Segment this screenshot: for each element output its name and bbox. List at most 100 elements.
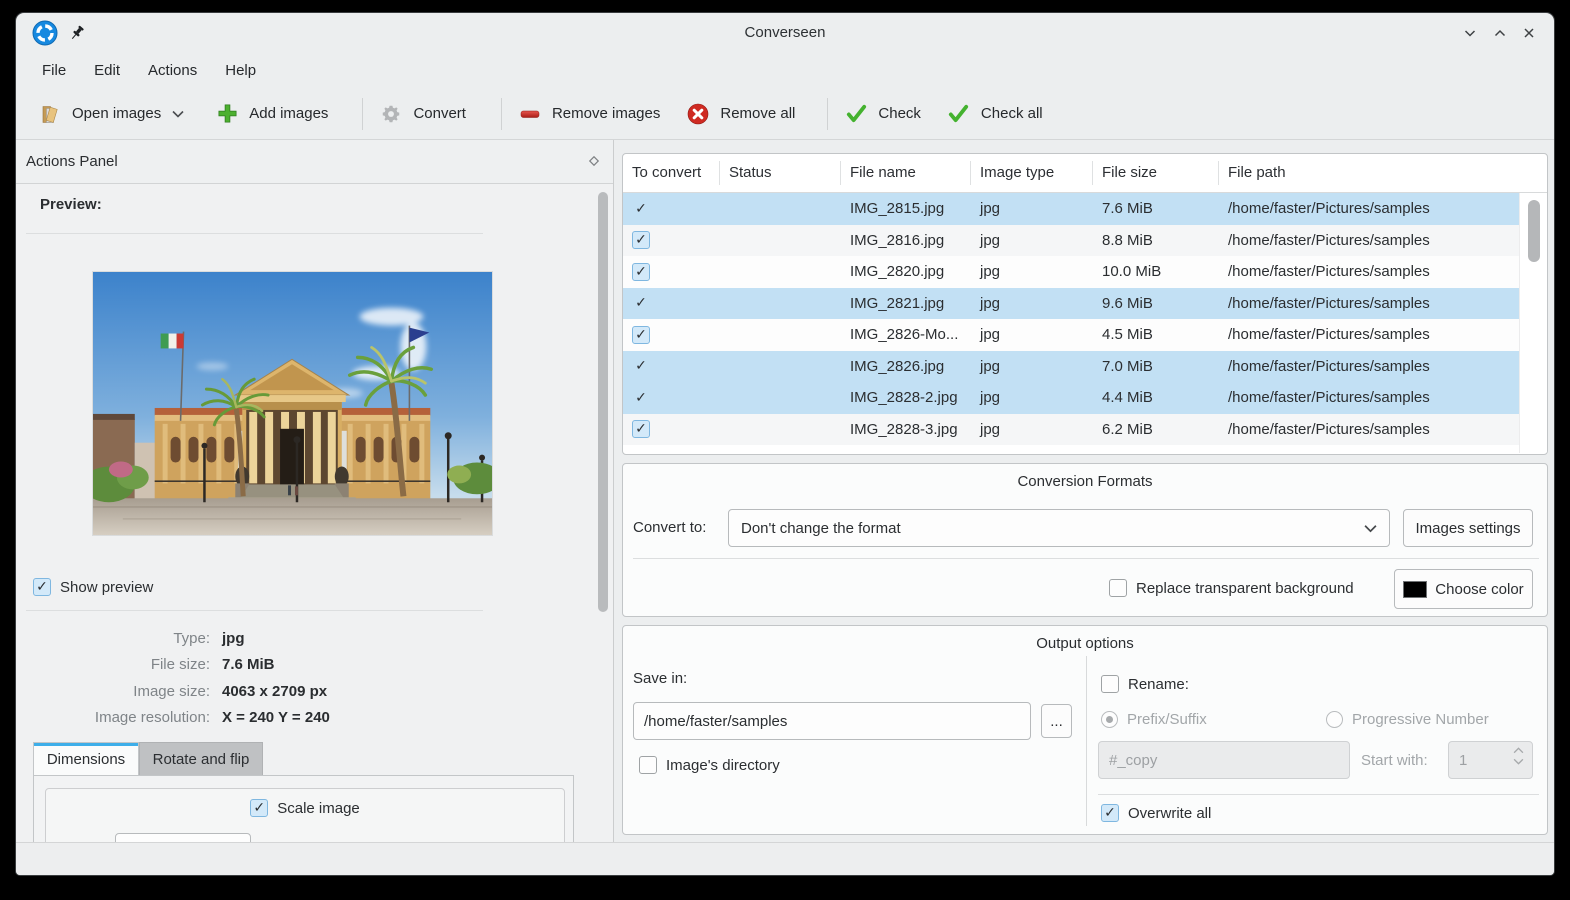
overwrite-all-row: Overwrite all (1101, 804, 1211, 822)
images-settings-button[interactable]: Images settings (1403, 509, 1533, 547)
menu-help[interactable]: Help (211, 53, 270, 88)
images-settings-label: Images settings (1415, 520, 1520, 537)
to-convert-checkbox[interactable] (632, 357, 650, 375)
panel-scrollbar[interactable] (598, 192, 608, 612)
float-diamond-icon[interactable] (587, 154, 601, 168)
close-button[interactable] (1519, 23, 1539, 43)
to-convert-checkbox[interactable] (632, 420, 650, 438)
spinner-arrows[interactable] (1513, 747, 1524, 765)
check-label: Check (878, 105, 921, 122)
to-convert-cell (623, 263, 720, 281)
table-scrollbar-track[interactable] (1519, 193, 1547, 453)
save-path-input[interactable]: /home/faster/samples (633, 702, 1031, 740)
table-row[interactable]: IMG_2826-Mo...jpg4.5 MiB/home/faster/Pic… (623, 319, 1520, 351)
table-row[interactable]: IMG_2816.jpgjpg8.8 MiB/home/faster/Pictu… (623, 225, 1520, 257)
scale-image-checkbox[interactable] (250, 799, 268, 817)
save-in-label: Save in: (633, 670, 687, 687)
images-directory-checkbox[interactable] (639, 756, 657, 774)
images-directory-label: Image's directory (666, 757, 780, 774)
choose-color-button[interactable]: Choose color (1394, 569, 1533, 609)
menu-actions[interactable]: Actions (134, 53, 211, 88)
actions-panel-title: Actions Panel (26, 140, 118, 183)
to-convert-checkbox[interactable] (632, 200, 650, 218)
menu-edit[interactable]: Edit (80, 53, 134, 88)
col-file-path[interactable]: File path (1219, 161, 1520, 185)
add-images-button[interactable]: Add images (215, 102, 328, 126)
maximize-button[interactable] (1490, 23, 1510, 43)
file-table-body: IMG_2815.jpgjpg7.6 MiB/home/faster/Pictu… (623, 193, 1547, 445)
show-preview-row: Show preview (33, 578, 153, 596)
menu-file[interactable]: File (28, 53, 80, 88)
show-preview-label: Show preview (60, 579, 153, 596)
check-all-button[interactable]: Check all (947, 102, 1043, 126)
show-preview-checkbox[interactable] (33, 578, 51, 596)
output-options-title: Output options (623, 635, 1547, 652)
progressive-number-radio[interactable] (1326, 711, 1343, 728)
scale-width-input[interactable] (115, 833, 251, 842)
to-convert-checkbox[interactable] (632, 326, 650, 344)
tab-rotate-and-flip[interactable]: Rotate and flip (139, 742, 263, 776)
image-type-cell: jpg (971, 295, 1093, 312)
scale-image-row: Scale image (46, 799, 564, 817)
open-images-button[interactable]: Open images (38, 102, 185, 126)
prefix-suffix-label: Prefix/Suffix (1127, 711, 1207, 728)
file-path-cell: /home/faster/Pictures/samples (1219, 295, 1520, 312)
col-image-type[interactable]: Image type (971, 161, 1093, 185)
table-row[interactable]: IMG_2828-2.jpgjpg4.4 MiB/home/faster/Pic… (623, 382, 1520, 414)
rename-pattern-input[interactable]: #_copy (1098, 741, 1350, 779)
image-type-cell: jpg (971, 200, 1093, 217)
file-name-cell: IMG_2815.jpg (841, 200, 971, 217)
format-combobox[interactable]: Don't change the format (728, 509, 1390, 547)
tab-dimensions[interactable]: Dimensions (33, 742, 139, 776)
rename-checkbox[interactable] (1101, 675, 1119, 693)
check-all-icon (947, 102, 971, 126)
table-scrollbar-thumb[interactable] (1528, 200, 1540, 262)
prefix-suffix-radio[interactable] (1101, 711, 1118, 728)
divider (633, 558, 1539, 559)
minimize-button[interactable] (1460, 23, 1480, 43)
preview-label: Preview: (40, 196, 102, 213)
rename-row: Rename: (1101, 675, 1189, 693)
image-type-cell: jpg (971, 263, 1093, 280)
actions-panel-body: Preview: (16, 184, 613, 842)
to-convert-cell (623, 420, 720, 438)
status-bar (16, 842, 1554, 875)
file-name-cell: IMG_2816.jpg (841, 232, 971, 249)
check-all-label: Check all (981, 105, 1043, 122)
chevron-down-icon (171, 102, 185, 126)
toolbar-separator (362, 98, 363, 130)
col-status[interactable]: Status (720, 161, 841, 185)
table-row[interactable]: IMG_2826.jpgjpg7.0 MiB/home/faster/Pictu… (623, 351, 1520, 383)
check-button[interactable]: Check (844, 102, 921, 126)
file-path-cell: /home/faster/Pictures/samples (1219, 200, 1520, 217)
convert-button[interactable]: Convert (379, 102, 466, 126)
window-title: Converseen (16, 13, 1554, 53)
conversion-formats-box: Conversion Formats Convert to: Don't cha… (622, 463, 1548, 617)
table-row[interactable]: IMG_2828-3.jpgjpg6.2 MiB/home/faster/Pic… (623, 414, 1520, 446)
to-convert-checkbox[interactable] (632, 231, 650, 249)
col-file-size[interactable]: File size (1093, 161, 1219, 185)
overwrite-all-checkbox[interactable] (1101, 804, 1119, 822)
divider (1098, 794, 1539, 795)
file-size-cell: 4.4 MiB (1093, 389, 1219, 406)
to-convert-checkbox[interactable] (632, 263, 650, 281)
file-path-cell: /home/faster/Pictures/samples (1219, 232, 1520, 249)
open-folder-icon (38, 102, 62, 126)
table-row[interactable]: IMG_2820.jpgjpg10.0 MiB/home/faster/Pict… (623, 256, 1520, 288)
to-convert-checkbox[interactable] (632, 294, 650, 312)
divider (26, 610, 483, 611)
start-with-spinner[interactable]: 1 (1448, 741, 1533, 779)
table-row[interactable]: IMG_2821.jpgjpg9.6 MiB/home/faster/Pictu… (623, 288, 1520, 320)
remove-images-button[interactable]: Remove images (518, 102, 660, 126)
convert-to-label: Convert to: (633, 518, 706, 538)
col-file-name[interactable]: File name (841, 161, 971, 185)
col-to-convert[interactable]: To convert (623, 161, 720, 185)
table-row[interactable]: IMG_2815.jpgjpg7.6 MiB/home/faster/Pictu… (623, 193, 1520, 225)
remove-all-button[interactable]: Remove all (686, 102, 795, 126)
replace-transparent-checkbox[interactable] (1109, 579, 1127, 597)
actions-panel-header[interactable]: Actions Panel (16, 140, 613, 184)
to-convert-checkbox[interactable] (632, 389, 650, 407)
chevron-down-icon (1513, 758, 1524, 765)
title-bar[interactable]: Converseen (16, 13, 1554, 53)
browse-button[interactable]: ... (1041, 704, 1072, 738)
